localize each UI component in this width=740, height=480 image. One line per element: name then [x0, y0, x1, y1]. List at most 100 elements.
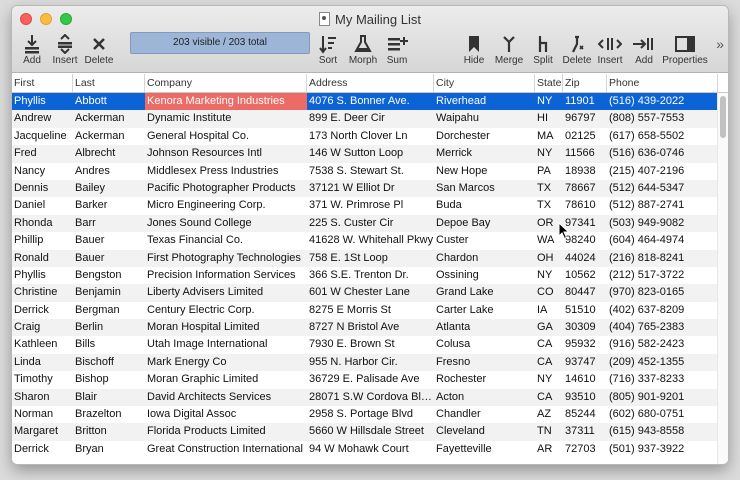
column-header-first[interactable]: First	[12, 74, 73, 92]
cell-first[interactable]: Dennis	[12, 180, 73, 197]
cell-city[interactable]: Waipahu	[434, 110, 535, 127]
cell-phone[interactable]: (516) 439-2022	[607, 93, 718, 110]
cell-phone[interactable]: (404) 765-2383	[607, 319, 718, 336]
cell-last[interactable]: Berlin	[73, 319, 145, 336]
cell-city[interactable]: Acton	[434, 389, 535, 406]
cell-state[interactable]: AR	[535, 441, 563, 458]
cell-city[interactable]: New Hope	[434, 163, 535, 180]
cell-state[interactable]: HI	[535, 110, 563, 127]
cell-first[interactable]: Phyllis	[12, 93, 73, 110]
cell-address[interactable]: 758 E. 1St Loop	[307, 250, 434, 267]
cell-state[interactable]: CO	[535, 284, 563, 301]
cell-address[interactable]: 28071 S.W Cordova Blvd.	[307, 389, 434, 406]
cell-first[interactable]: Ronald	[12, 250, 73, 267]
cell-zip[interactable]: 78667	[563, 180, 607, 197]
cell-zip[interactable]: 44024	[563, 250, 607, 267]
table-row[interactable]: Christine Benjamin Liberty Advisers Limite…	[12, 284, 718, 302]
table-row[interactable]: Margaret Britton Florida Products Limited 5…	[12, 423, 718, 441]
cell-company[interactable]: Jones Sound College	[145, 215, 307, 232]
cell-company[interactable]: Precision Information Services	[145, 267, 307, 284]
cell-phone[interactable]: (716) 337-8233	[607, 371, 718, 388]
table-row[interactable]: Ronald Bauer First Photography Technologie…	[12, 249, 718, 267]
cell-first[interactable]: Phillip	[12, 232, 73, 249]
table-row[interactable]: Rhonda Barr Jones Sound College 225 S. Cust…	[12, 214, 718, 233]
vertical-scrollbar[interactable]	[717, 93, 728, 464]
cell-phone[interactable]: (501) 937-3922	[607, 441, 718, 458]
cell-last[interactable]: Ackerman	[73, 128, 145, 145]
cell-city[interactable]: Fayetteville	[434, 441, 535, 458]
cell-state[interactable]: CA	[535, 389, 563, 406]
cell-address[interactable]: 601 W Chester Lane	[307, 284, 434, 301]
cell-state[interactable]: MA	[535, 128, 563, 145]
cell-first[interactable]: Sharon	[12, 389, 73, 406]
cell-address[interactable]: 5660 W Hillsdale Street	[307, 423, 434, 440]
cell-first[interactable]: Nancy	[12, 163, 73, 180]
cell-first[interactable]: Jacqueline	[12, 128, 73, 145]
cell-company[interactable]: Pacific Photographer Products	[145, 180, 307, 197]
cell-zip[interactable]: 51510	[563, 302, 607, 319]
cell-last[interactable]: Bergman	[73, 302, 145, 319]
cell-last[interactable]: Bauer	[73, 250, 145, 267]
cell-company[interactable]: Middlesex Press Industries	[145, 163, 307, 180]
cell-first[interactable]: Daniel	[12, 197, 73, 214]
cell-state[interactable]: TN	[535, 423, 563, 440]
cell-zip[interactable]: 11901	[563, 93, 607, 110]
column-header-zip[interactable]: Zip	[563, 74, 607, 92]
cell-last[interactable]: Ackerman	[73, 110, 145, 127]
table-row[interactable]: Craig Berlin Moran Hospital Limited 8727 N …	[12, 319, 718, 337]
cell-zip[interactable]: 11566	[563, 145, 607, 162]
cell-city[interactable]: Chandler	[434, 406, 535, 423]
cell-city[interactable]: Riverhead	[434, 93, 535, 110]
column-header-last[interactable]: Last	[73, 74, 145, 92]
cell-address[interactable]: 366 S.E. Trenton Dr.	[307, 267, 434, 284]
cell-address[interactable]: 7930 E. Brown St	[307, 336, 434, 353]
cell-company[interactable]: First Photography Technologies	[145, 250, 307, 267]
cell-zip[interactable]: 37311	[563, 423, 607, 440]
cell-state[interactable]: TX	[535, 197, 563, 214]
cell-city[interactable]: San Marcos	[434, 180, 535, 197]
cell-phone[interactable]: (604) 464-4974	[607, 232, 718, 249]
cell-city[interactable]: Dorchester	[434, 128, 535, 145]
cell-address[interactable]: 146 W Sutton Loop	[307, 145, 434, 162]
cell-address[interactable]: 7538 S. Stewart St.	[307, 163, 434, 180]
cell-state[interactable]: TX	[535, 180, 563, 197]
cell-company[interactable]: Florida Products Limited	[145, 423, 307, 440]
cell-company[interactable]: Kenora Marketing Industries	[145, 93, 307, 111]
cell-zip[interactable]: 14610	[563, 371, 607, 388]
cell-last[interactable]: Abbott	[73, 93, 145, 110]
cell-zip[interactable]: 85244	[563, 406, 607, 423]
cell-last[interactable]: Bishop	[73, 371, 145, 388]
cell-city[interactable]: Ossining	[434, 267, 535, 284]
column-header-company[interactable]: Company	[145, 74, 307, 92]
table-row[interactable]: Daniel Barker Micro Engineering Corp. 371 W…	[12, 197, 718, 214]
cell-address[interactable]: 899 E. Deer Cir	[307, 110, 434, 127]
column-header-state[interactable]: State	[535, 74, 563, 92]
cell-zip[interactable]: 10562	[563, 267, 607, 284]
toolbar-overflow-chevron-icon[interactable]: »	[716, 36, 724, 52]
cell-zip[interactable]: 96797	[563, 110, 607, 127]
cell-city[interactable]: Chardon	[434, 250, 535, 267]
cell-address[interactable]: 4076 S. Bonner Ave.	[307, 93, 434, 110]
scrollbar-thumb[interactable]	[720, 96, 726, 138]
cell-zip[interactable]: 30309	[563, 319, 607, 336]
cell-last[interactable]: Brazelton	[73, 406, 145, 423]
cell-city[interactable]: Fresno	[434, 354, 535, 371]
table-row-selected[interactable]: Phyllis Abbott Kenora Marketing Industries…	[12, 93, 718, 111]
properties-button[interactable]: Properties	[662, 34, 708, 67]
cell-first[interactable]: Linda	[12, 354, 73, 371]
cell-first[interactable]: Christine	[12, 284, 73, 301]
cell-zip[interactable]: 18938	[563, 163, 607, 180]
cell-company[interactable]: Utah Image International	[145, 336, 307, 353]
cell-city[interactable]: Buda	[434, 197, 535, 214]
cell-city[interactable]: Grand Lake	[434, 284, 535, 301]
cell-last[interactable]: Andres	[73, 163, 145, 180]
table-row[interactable]: Fred Albrecht Johnson Resources Intl 146 W …	[12, 145, 718, 163]
cell-state[interactable]: IA	[535, 302, 563, 319]
cell-zip[interactable]: 80447	[563, 284, 607, 301]
cell-company[interactable]: Micro Engineering Corp.	[145, 197, 307, 214]
table-row[interactable]: Derrick Bryan Great Construction Internati…	[12, 441, 718, 458]
cell-zip[interactable]: 02125	[563, 128, 607, 145]
cell-phone[interactable]: (516) 636-0746	[607, 145, 718, 162]
cell-company[interactable]: David Architects Services	[145, 389, 307, 406]
cell-phone[interactable]: (215) 407-2196	[607, 163, 718, 180]
